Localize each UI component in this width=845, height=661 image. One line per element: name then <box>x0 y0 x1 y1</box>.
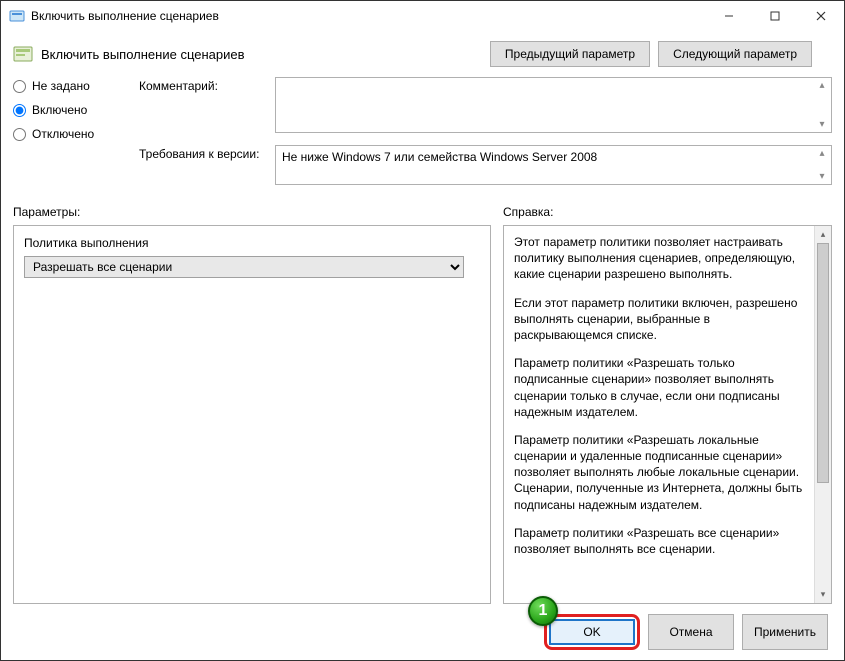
radio-label: Не задано <box>32 79 90 93</box>
callout-marker: 1 <box>528 596 558 626</box>
help-section-label: Справка: <box>503 205 832 219</box>
execution-policy-select[interactable]: Разрешать все сценарии <box>24 256 464 278</box>
apply-button[interactable]: Применить <box>742 614 828 650</box>
policy-icon <box>13 45 33 63</box>
requirements-value: Не ниже Windows 7 или семейства Windows … <box>282 150 597 164</box>
dialog-footer: 1 OK Отмена Применить <box>13 604 832 654</box>
help-paragraph: Параметр политики «Разрешать локальные с… <box>514 432 808 513</box>
scroll-thumb[interactable] <box>817 243 829 483</box>
ok-button[interactable]: OK <box>549 619 635 645</box>
radio-enabled-input[interactable] <box>13 104 26 117</box>
help-paragraph: Параметр политики «Разрешать все сценари… <box>514 525 808 557</box>
comment-field[interactable]: ▴ ▾ <box>275 77 832 133</box>
window-title: Включить выполнение сценариев <box>31 9 706 23</box>
radio-not-configured[interactable]: Не задано <box>13 79 133 93</box>
execution-policy-label: Политика выполнения <box>24 236 149 250</box>
help-panel: Этот параметр политики позволяет настраи… <box>503 225 832 604</box>
scroll-up-icon[interactable]: ▴ <box>815 226 831 243</box>
maximize-button[interactable] <box>752 1 798 31</box>
app-icon <box>9 8 25 24</box>
options-section-label: Параметры: <box>13 205 503 219</box>
options-panel: Политика выполнения Разрешать все сценар… <box>13 225 491 604</box>
radio-label: Включено <box>32 103 87 117</box>
state-radio-group: Не задано Включено Отключено <box>13 77 133 141</box>
titlebar: Включить выполнение сценариев <box>1 1 844 31</box>
header: Включить выполнение сценариев Предыдущий… <box>13 37 832 77</box>
requirements-label: Требования к версии: <box>139 145 269 161</box>
radio-disabled[interactable]: Отключено <box>13 127 133 141</box>
ok-highlight: OK <box>544 614 640 650</box>
radio-not-configured-input[interactable] <box>13 80 26 93</box>
radio-disabled-input[interactable] <box>13 128 26 141</box>
minimize-button[interactable] <box>706 1 752 31</box>
scroll-up-icon[interactable]: ▴ <box>816 148 828 159</box>
help-paragraph: Этот параметр политики позволяет настраи… <box>514 234 808 283</box>
scroll-down-icon[interactable]: ▾ <box>815 586 831 603</box>
help-paragraph: Если этот параметр политики включен, раз… <box>514 295 808 344</box>
cancel-button[interactable]: Отмена <box>648 614 734 650</box>
previous-setting-button[interactable]: Предыдущий параметр <box>490 41 650 67</box>
radio-label: Отключено <box>32 127 94 141</box>
close-button[interactable] <box>798 1 844 31</box>
policy-editor-window: Включить выполнение сценариев Включит <box>0 0 845 661</box>
help-scrollbar[interactable]: ▴ ▾ <box>814 226 831 603</box>
requirements-field[interactable]: Не ниже Windows 7 или семейства Windows … <box>275 145 832 185</box>
scroll-down-icon[interactable]: ▾ <box>816 119 828 130</box>
radio-enabled[interactable]: Включено <box>13 103 133 117</box>
scroll-track[interactable] <box>815 243 831 586</box>
scroll-up-icon[interactable]: ▴ <box>816 80 828 91</box>
scroll-down-icon[interactable]: ▾ <box>816 171 828 182</box>
help-text: Этот параметр политики позволяет настраи… <box>504 226 814 603</box>
help-paragraph: Параметр политики «Разрешать только подп… <box>514 355 808 420</box>
next-setting-button[interactable]: Следующий параметр <box>658 41 812 67</box>
policy-title: Включить выполнение сценариев <box>41 47 490 62</box>
comment-label: Комментарий: <box>139 77 269 93</box>
